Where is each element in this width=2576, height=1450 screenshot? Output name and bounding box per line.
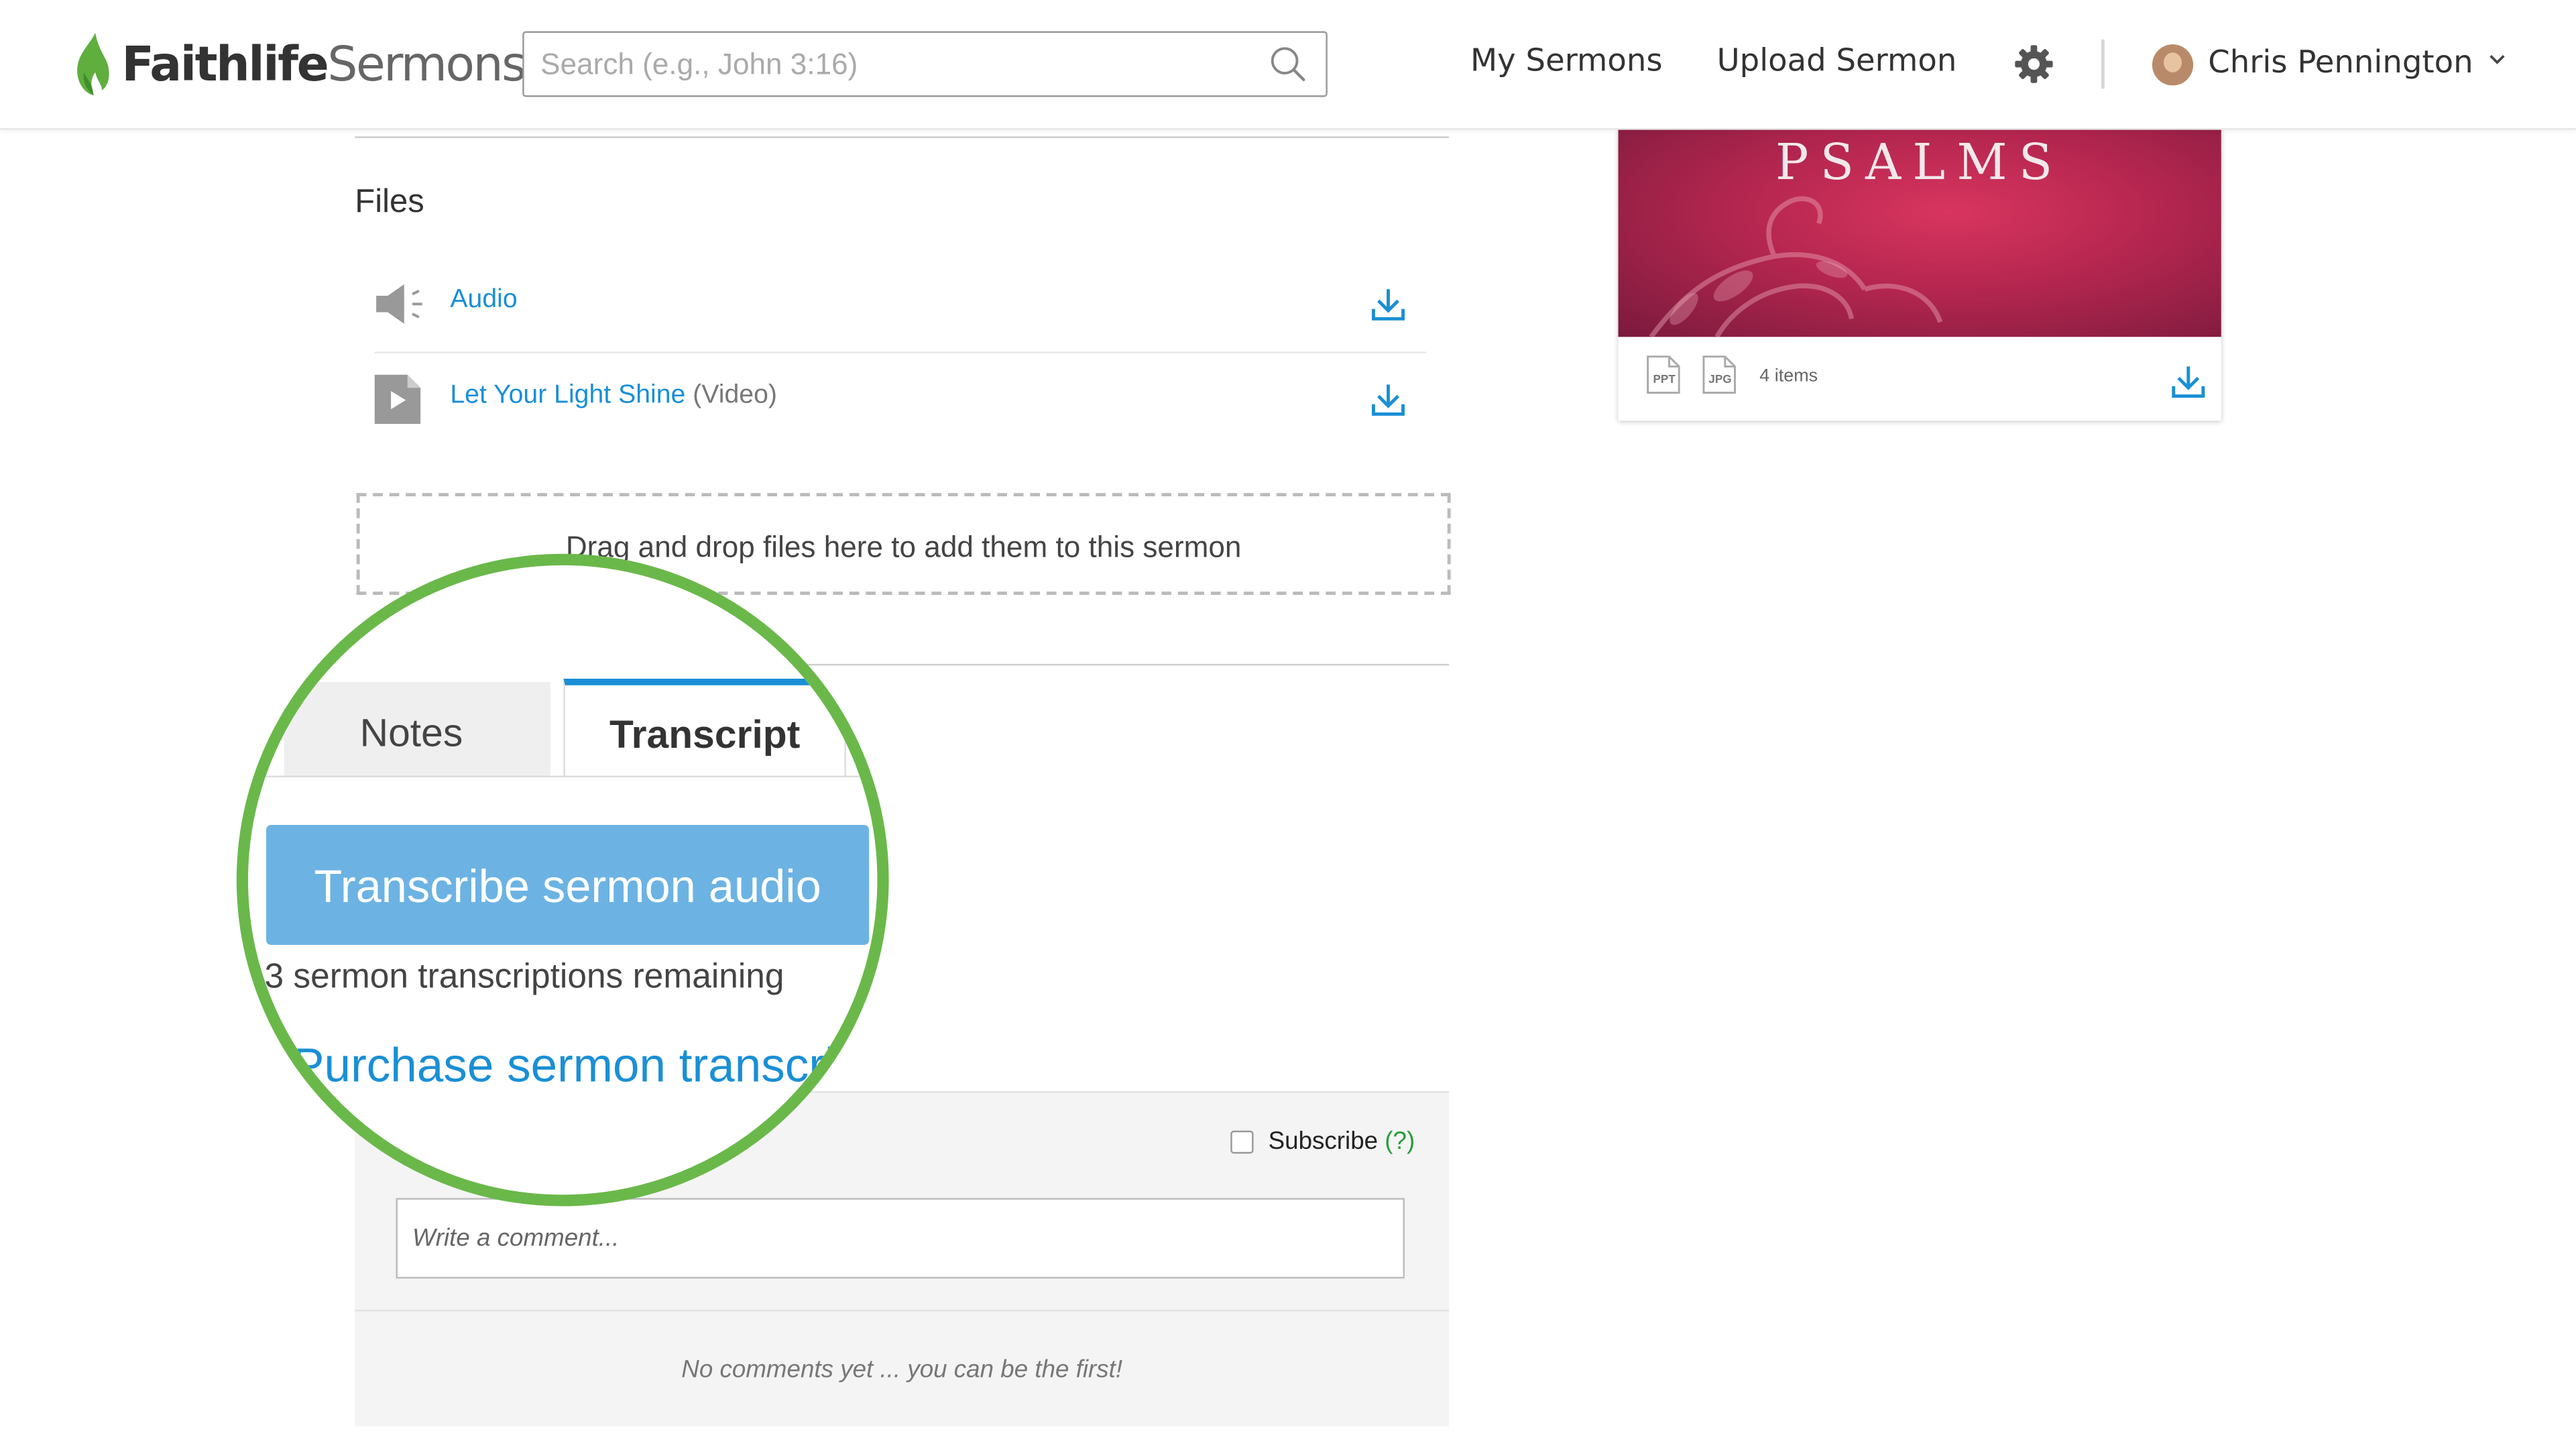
faithlife-sermons-logo[interactable]: FaithlifeSermons xyxy=(72,30,526,99)
comment-input[interactable] xyxy=(396,1198,1405,1279)
file-row-audio: Audio xyxy=(374,263,1426,353)
jpg-label: JPG xyxy=(1708,372,1731,386)
magnified-view: Notes Transcript Transcribe sermon audio… xyxy=(248,565,878,1194)
magnifier-callout: Notes Transcript Transcribe sermon audio… xyxy=(236,553,889,1207)
no-comments-message: No comments yet ... you can be the first… xyxy=(355,1311,1450,1427)
avatar[interactable] xyxy=(2152,44,2194,86)
download-icon[interactable] xyxy=(1370,381,1407,417)
gear-icon[interactable] xyxy=(2014,44,2054,84)
search-box xyxy=(522,31,1328,97)
logo-text-light: Sermons xyxy=(327,36,526,93)
logo-text: FaithlifeSermons xyxy=(121,36,526,93)
download-icon[interactable] xyxy=(2170,364,2207,400)
subscribe-help-link[interactable]: (?) xyxy=(1385,1127,1415,1156)
tab-underline xyxy=(257,775,878,777)
audio-file-label: Audio xyxy=(450,286,518,315)
video-file-label: Let Your Light Shine xyxy=(450,381,686,410)
download-icon[interactable] xyxy=(1370,286,1407,322)
header-divider xyxy=(2101,39,2105,89)
video-file-kind: (Video) xyxy=(693,381,777,410)
nav-upload-sermon[interactable]: Upload Sermon xyxy=(1717,43,1957,79)
transcriptions-remaining: 3 sermon transcriptions remaining xyxy=(264,958,784,996)
series-title: PSALMS xyxy=(1775,134,2064,192)
flame-logo-icon xyxy=(77,33,109,96)
file-row-video: Let Your Light Shine (Video) xyxy=(374,358,1426,447)
subscribe-toggle[interactable]: Subscribe (?) xyxy=(1230,1127,1415,1156)
user-menu-name[interactable]: Chris Pennington xyxy=(2208,44,2473,80)
page: FaithlifeSermons My Sermons Upload Sermo… xyxy=(0,0,2576,1450)
video-file-link[interactable]: Let Your Light Shine (Video) xyxy=(450,381,777,410)
top-header: FaithlifeSermons My Sermons Upload Sermo… xyxy=(0,0,2576,130)
series-artwork-image[interactable]: PSALMS xyxy=(1618,128,2221,337)
item-count: 4 items xyxy=(1759,366,1818,386)
tab-transcript[interactable]: Transcript xyxy=(563,678,846,777)
jpg-file-icon: JPG xyxy=(1702,355,1736,394)
series-artwork-card: PSALMS PPT JPG 4 items xyxy=(1618,128,2221,421)
search-input[interactable] xyxy=(524,33,1280,96)
series-card-footer: PPT JPG 4 items xyxy=(1619,337,2221,421)
section-divider xyxy=(355,136,1450,138)
search-icon[interactable] xyxy=(1270,46,1306,82)
ppt-label: PPT xyxy=(1653,372,1676,386)
subscribe-checkbox[interactable] xyxy=(1230,1129,1254,1153)
ppt-file-icon: PPT xyxy=(1647,355,1680,394)
transcribe-audio-button[interactable]: Transcribe sermon audio xyxy=(266,825,870,945)
audio-file-link[interactable]: Audio xyxy=(450,286,517,315)
logo-text-bold: Faithlife xyxy=(121,36,329,93)
video-file-icon xyxy=(374,374,421,425)
subscribe-label: Subscribe xyxy=(1268,1127,1379,1156)
speaker-icon xyxy=(376,284,422,324)
tab-notes[interactable]: Notes xyxy=(284,681,550,777)
files-heading: Files xyxy=(355,184,424,221)
nav-my-sermons[interactable]: My Sermons xyxy=(1470,43,1663,79)
purchase-transcripts-link[interactable]: Purchase sermon transcripts xyxy=(292,1040,877,1095)
chevron-down-icon[interactable] xyxy=(2487,50,2507,69)
